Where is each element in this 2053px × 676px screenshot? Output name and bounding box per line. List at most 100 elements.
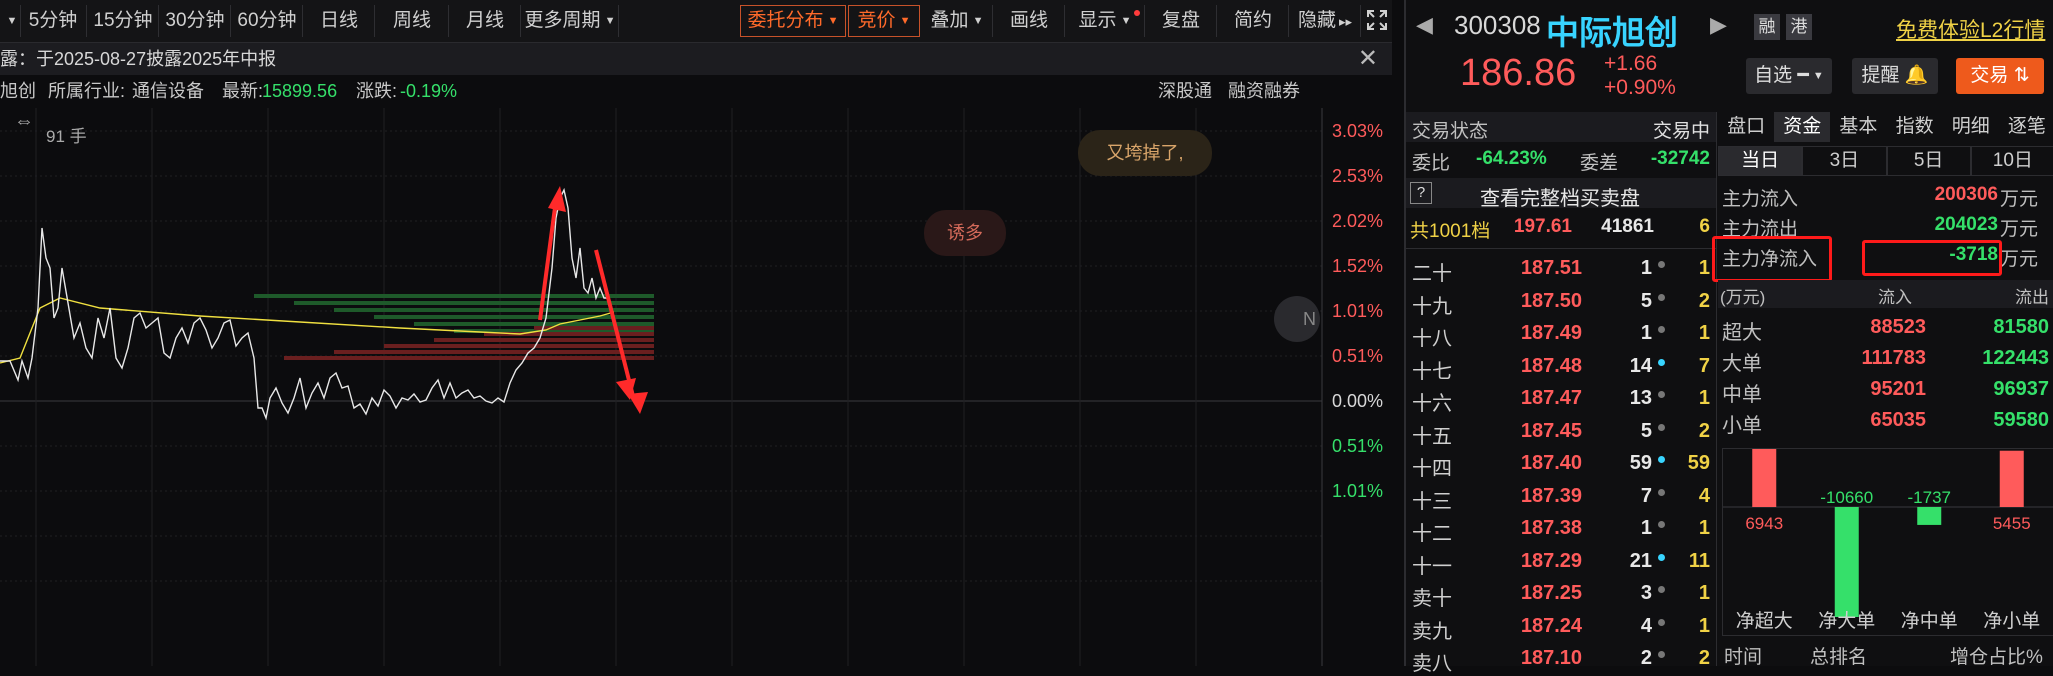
order-level-row[interactable]: 十六 187.47 13 1 xyxy=(1406,382,1716,415)
level-label: 十四 xyxy=(1412,458,1452,480)
display-button[interactable]: 显示 ▼ xyxy=(1066,5,1145,37)
period-60min[interactable]: 60分钟 xyxy=(232,5,303,37)
order-level-row[interactable]: 卖八 187.10 2 2 xyxy=(1406,642,1716,675)
flow-unit-label: (万元) xyxy=(1720,288,1766,307)
crosshair-move-icon[interactable]: ⇔ xyxy=(14,110,34,133)
period-30min[interactable]: 30分钟 xyxy=(160,5,231,37)
alert-button[interactable]: 提醒 🔔 xyxy=(1852,58,1938,94)
next-stock-icon[interactable]: ▶ xyxy=(1710,12,1727,38)
hk-connect-link[interactable]: 深股通 xyxy=(1158,75,1212,107)
order-level-row[interactable]: 十一 187.29 21 11 xyxy=(1406,545,1716,578)
order-level-row[interactable]: 十九 187.50 5 2 xyxy=(1406,285,1716,318)
panel-tabs: 盘口 资金 基本 指数 明细 逐笔 xyxy=(1718,112,2053,142)
level-volume: 1 xyxy=(1640,517,1652,539)
period-month[interactable]: 月线 xyxy=(450,5,521,37)
toolbar-left-caret[interactable]: ▼ xyxy=(0,5,21,37)
draw-line-button[interactable]: 画线 xyxy=(994,5,1065,37)
order-level-row[interactable]: 十三 187.39 7 4 xyxy=(1406,480,1716,513)
tab-5[interactable]: 逐笔 xyxy=(1999,112,2053,142)
level-dot xyxy=(1658,452,1665,470)
level-price: 187.50 xyxy=(1520,289,1582,312)
full-depth-row[interactable]: ? 查看完整档买卖盘 xyxy=(1406,178,1716,211)
level-price: 187.10 xyxy=(1520,647,1582,669)
chevron-down-icon: ▼ xyxy=(1812,70,1824,82)
hide-button[interactable]: 隐藏 ▸▸ xyxy=(1290,5,1361,37)
net-bar-value: 5455 xyxy=(1993,514,2031,533)
level-volume: 7 xyxy=(1640,484,1652,507)
dot-icon xyxy=(1658,521,1665,528)
period-tab-0[interactable]: 当日 xyxy=(1718,146,1803,176)
period-tab-1[interactable]: 3日 xyxy=(1802,146,1887,176)
tab-3[interactable]: 指数 xyxy=(1887,112,1943,142)
highlight-dot-icon xyxy=(1658,358,1665,366)
depth-summary-price: 197.61 xyxy=(1513,216,1572,237)
chevron-down-icon: ▼ xyxy=(604,15,616,27)
main-net-inflow-unit: 万元 xyxy=(2000,249,2039,270)
level-count: 59 xyxy=(1687,452,1710,474)
period-15min[interactable]: 15分钟 xyxy=(88,5,159,37)
overlay-button[interactable]: 叠加 ▼ xyxy=(922,5,993,37)
order-level-row[interactable]: 十八 187.49 1 1 xyxy=(1406,317,1716,350)
fund-flow-panel: 盘口 资金 基本 指数 明细 逐笔 当日 3日 5日 10日 主力流入 200306 万元 主力… xyxy=(1712,112,2053,668)
industry-value[interactable]: 通信设备 xyxy=(132,75,204,107)
close-icon[interactable]: ✕ xyxy=(1358,43,1378,75)
tab-2[interactable]: 基本 xyxy=(1830,112,1886,142)
main-outflow-unit: 万元 xyxy=(2000,219,2039,240)
entrust-distribution-button[interactable]: 委托分布 ▼ xyxy=(740,5,846,37)
order-level-row[interactable]: 十二 187.38 1 1 xyxy=(1406,512,1716,545)
help-icon[interactable]: ? xyxy=(1410,182,1432,204)
full-depth-link[interactable]: 查看完整档买卖盘 xyxy=(1480,182,1640,211)
level-volume: 2 xyxy=(1640,647,1652,669)
watchlist-button[interactable]: 自选 ━ ▼ xyxy=(1746,58,1832,94)
period-day[interactable]: 日线 xyxy=(304,5,375,37)
period-week[interactable]: 周线 xyxy=(376,5,449,37)
flow-row: 中单 95201 96937 xyxy=(1718,374,2053,406)
simple-mode-button[interactable]: 简约 xyxy=(1218,5,1289,37)
order-level-row[interactable]: 十四 187.40 59 59 xyxy=(1406,447,1716,480)
trade-status-value: 交易中 xyxy=(1652,121,1710,142)
side-expand-button[interactable]: N xyxy=(1274,296,1320,342)
dot-icon xyxy=(1658,391,1665,398)
order-ratio-value: -64.23% xyxy=(1476,148,1547,169)
period-tab-2[interactable]: 5日 xyxy=(1886,146,1971,176)
side-expand-label: N xyxy=(1303,309,1316,329)
period-tab-3[interactable]: 10日 xyxy=(1970,146,2053,176)
level-label: 十六 xyxy=(1412,393,1452,415)
tab-1[interactable]: 资金 xyxy=(1774,112,1831,142)
prev-stock-icon[interactable]: ◀ xyxy=(1416,12,1433,38)
y-axis-label: 2.02% xyxy=(1332,211,1383,231)
divider xyxy=(1406,248,1716,249)
intraday-chart[interactable]: 3.54%3.03%2.53%2.02%1.52%1.01%0.51%0.00%… xyxy=(0,108,1392,666)
level-volume: 4 xyxy=(1640,614,1652,637)
more-periods-dropdown[interactable]: 更多周期 ▼ xyxy=(522,5,619,37)
hide-label: 隐藏 xyxy=(1297,10,1336,31)
period-5min[interactable]: 5分钟 xyxy=(20,5,87,37)
trade-button[interactable]: 交易 ⇅ xyxy=(1956,58,2044,94)
order-level-row[interactable]: 卖九 187.24 4 1 xyxy=(1406,610,1716,643)
level-price: 187.45 xyxy=(1520,419,1582,442)
fullscreen-icon[interactable] xyxy=(1362,5,1392,37)
auction-button[interactable]: 竞价 ▼ xyxy=(848,5,920,37)
level-count: 1 xyxy=(1698,322,1710,344)
level-dot xyxy=(1658,290,1665,308)
dot-icon xyxy=(1658,488,1665,496)
dot-icon xyxy=(1658,651,1665,658)
flow-row-label: 大单 xyxy=(1722,353,1762,375)
margin-trading-link[interactable]: 融资融券 xyxy=(1228,75,1300,107)
order-level-row[interactable]: 二十 187.51 1 1 xyxy=(1406,252,1716,285)
level-count: 2 xyxy=(1698,289,1710,312)
replay-button[interactable]: 复盘 xyxy=(1146,5,1217,37)
tab-4[interactable]: 明细 xyxy=(1943,112,1999,142)
dot-icon xyxy=(1658,293,1665,301)
order-book: 交易状态 交易中 委比 -64.23% 委差 -32742 ? 查看完整档买卖盘… xyxy=(1406,112,1717,675)
order-level-row[interactable]: 十五 187.45 5 2 xyxy=(1406,415,1716,448)
chevron-down-icon: ▼ xyxy=(827,15,839,27)
tab-0[interactable]: 盘口 xyxy=(1718,112,1774,142)
order-level-row[interactable]: 十七 187.48 14 7 xyxy=(1406,350,1716,383)
price-change-pct: +0.90% xyxy=(1604,76,1676,99)
l2-trial-link[interactable]: 免费体验L2行情 xyxy=(1896,14,2045,44)
level-label: 十五 xyxy=(1412,425,1452,448)
buy-depth-bar xyxy=(414,322,654,326)
level-count: 2 xyxy=(1698,419,1710,442)
order-level-row[interactable]: 卖十 187.25 3 1 xyxy=(1406,577,1716,610)
